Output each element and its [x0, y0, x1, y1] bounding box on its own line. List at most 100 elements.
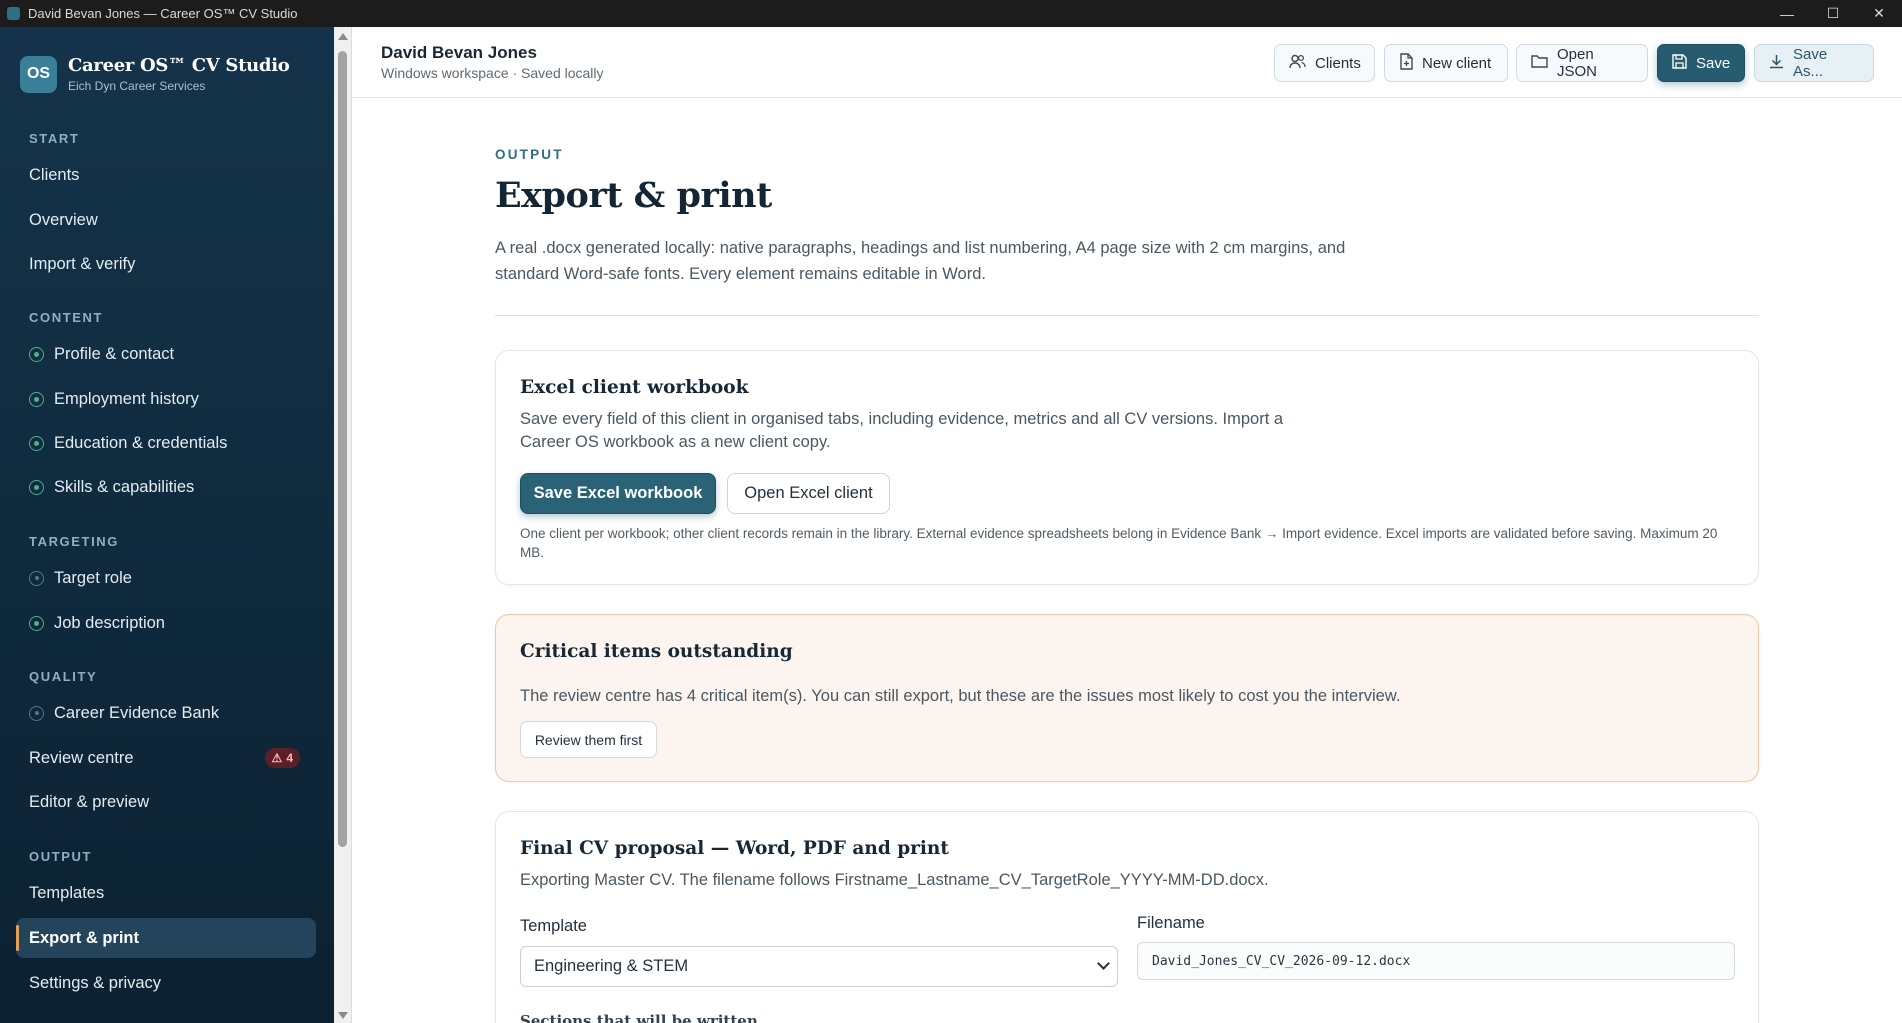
sidebar-item-employment-history[interactable]: Employment history	[16, 379, 316, 419]
brand-subtitle: Eich Dyn Career Services	[68, 79, 206, 93]
brand-name: Career OS™ CV Studio	[68, 55, 290, 76]
complete-status-icon	[29, 346, 44, 362]
clients-button[interactable]: Clients	[1274, 44, 1375, 82]
sidebar-item-clients[interactable]: Clients	[16, 155, 316, 195]
open-excel-client-button[interactable]: Open Excel client	[727, 473, 890, 514]
critical-count: 4	[286, 751, 293, 765]
client-name: David Bevan Jones	[381, 43, 537, 62]
divider	[495, 315, 1759, 316]
sidebar-item-target-role[interactable]: Target role	[16, 558, 316, 598]
warning-icon: ⚠	[271, 751, 283, 765]
template-select[interactable]: Engineering & STEM	[520, 946, 1118, 987]
section-heading-quality: QUALITY	[29, 669, 98, 684]
save-button[interactable]: Save	[1657, 44, 1745, 82]
sidebar-item-label: Templates	[29, 883, 105, 902]
sidebar-item-label: Career Evidence Bank	[54, 703, 220, 722]
main-content: OUTPUT Export & print A real .docx gener…	[352, 99, 1902, 1023]
template-label: Template	[520, 917, 587, 935]
sidebar-item-label: Review centre	[29, 748, 134, 767]
complete-status-icon	[29, 435, 44, 451]
client-status: Windows workspace · Saved locally	[381, 65, 604, 81]
users-icon	[1289, 54, 1306, 73]
final-card-title: Final CV proposal — Word, PDF and print	[520, 838, 949, 859]
new-document-icon	[1399, 52, 1413, 74]
sidebar-item-education-credentials[interactable]: Education & credentials	[16, 423, 316, 463]
sidebar-item-label: Import & verify	[29, 254, 136, 273]
download-icon	[1769, 54, 1784, 73]
sidebar-item-label: Profile & contact	[54, 344, 175, 363]
sidebar-item-label: Export & print	[29, 928, 139, 947]
filename-field[interactable]: David_Jones_CV_CV_2026-09-12.docx	[1137, 942, 1735, 980]
scroll-up-icon[interactable]	[338, 33, 348, 40]
sidebar-item-skills-capabilities[interactable]: Skills & capabilities	[16, 467, 316, 507]
new-client-button-label: New client	[1422, 54, 1492, 72]
page-eyebrow: OUTPUT	[495, 147, 564, 162]
page-title: Export & print	[495, 175, 772, 216]
sidebar-item-profile-contact[interactable]: Profile & contact	[16, 334, 316, 374]
sidebar-item-label: Job description	[54, 613, 165, 632]
sidebar-item-settings-privacy[interactable]: Settings & privacy	[16, 963, 316, 1003]
section-heading-targeting: TARGETING	[29, 534, 119, 549]
critical-count-badge: ⚠ 4	[264, 748, 300, 768]
brand: OS Career OS™ CV Studio Eich Dyn Career …	[20, 55, 290, 93]
sidebar-item-export-print[interactable]: Export & print	[16, 918, 316, 958]
open-json-button-label: Open JSON	[1557, 46, 1598, 80]
page-lead: A real .docx generated locally: native p…	[495, 239, 1346, 283]
brand-logo: OS	[20, 55, 57, 93]
scrollbar-thumb[interactable]	[338, 51, 347, 847]
close-icon[interactable]: ✕	[1856, 0, 1902, 27]
new-client-button[interactable]: New client	[1384, 44, 1508, 82]
sidebar-item-job-description[interactable]: Job description	[16, 603, 316, 643]
save-excel-workbook-button[interactable]: Save Excel workbook	[520, 473, 716, 514]
sidebar-item-templates[interactable]: Templates	[16, 873, 316, 913]
sidebar-item-label: Target role	[54, 568, 132, 587]
sidebar-item-evidence-bank[interactable]: Career Evidence Bank	[16, 693, 316, 733]
critical-card-description: The review centre has 4 critical item(s)…	[520, 687, 1401, 705]
save-button-label: Save	[1696, 54, 1731, 72]
excel-workbook-card: Excel client workbook Save every field o…	[495, 350, 1759, 585]
sidebar-item-review-centre[interactable]: Review centre ⚠ 4	[16, 738, 316, 778]
sidebar-item-label: Clients	[29, 165, 80, 184]
filename-value: David_Jones_CV_CV_2026-09-12.docx	[1152, 953, 1411, 969]
excel-card-note: One client per workbook; other client re…	[520, 526, 1718, 560]
excel-card-description: Save every field of this client in organ…	[520, 410, 1284, 451]
scroll-down-icon[interactable]	[338, 1012, 348, 1019]
section-heading-start: START	[29, 131, 80, 146]
window-title: David Bevan Jones — Career OS™ CV Studio	[28, 6, 298, 21]
window-controls: — ☐ ✕	[1764, 0, 1902, 27]
incomplete-status-icon	[29, 705, 44, 721]
save-icon	[1672, 53, 1687, 73]
app-icon	[7, 7, 20, 20]
incomplete-status-icon	[29, 570, 44, 586]
template-select-value: Engineering & STEM	[534, 957, 689, 975]
save-as-button-label: Save As...	[1793, 46, 1828, 80]
clients-button-label: Clients	[1315, 54, 1361, 72]
section-heading-output: OUTPUT	[29, 849, 93, 864]
sidebar-item-label: Skills & capabilities	[54, 477, 195, 496]
final-card-description: Exporting Master CV. The filename follow…	[520, 871, 1269, 889]
review-them-first-button[interactable]: Review them first	[520, 721, 657, 758]
maximize-icon[interactable]: ☐	[1810, 0, 1856, 27]
sidebar-item-overview[interactable]: Overview	[16, 200, 316, 240]
open-json-button[interactable]: Open JSON	[1516, 44, 1648, 82]
sidebar: OS Career OS™ CV Studio Eich Dyn Career …	[0, 27, 334, 1023]
minimize-icon[interactable]: —	[1764, 0, 1810, 27]
sidebar-item-import-verify[interactable]: Import & verify	[16, 244, 316, 284]
sidebar-item-editor-preview[interactable]: Editor & preview	[16, 782, 316, 822]
complete-status-icon	[29, 479, 44, 495]
sections-heading: Sections that will be written	[520, 1012, 758, 1023]
save-as-button[interactable]: Save As...	[1754, 44, 1874, 82]
excel-card-title: Excel client workbook	[520, 377, 749, 398]
sidebar-item-label: Overview	[29, 210, 98, 229]
complete-status-icon	[29, 615, 44, 631]
section-heading-content: CONTENT	[29, 310, 104, 325]
top-header: David Bevan Jones Windows workspace · Sa…	[352, 27, 1902, 98]
critical-items-card: Critical items outstanding The review ce…	[495, 614, 1759, 782]
sidebar-scrollbar[interactable]	[334, 27, 352, 1023]
folder-icon	[1531, 54, 1548, 72]
final-cv-card: Final CV proposal — Word, PDF and print …	[495, 811, 1759, 1023]
window-titlebar: David Bevan Jones — Career OS™ CV Studio…	[0, 0, 1902, 27]
sidebar-item-label: Settings & privacy	[29, 973, 162, 992]
chevron-down-icon	[1097, 957, 1110, 970]
sidebar-item-label: Education & credentials	[54, 433, 228, 452]
